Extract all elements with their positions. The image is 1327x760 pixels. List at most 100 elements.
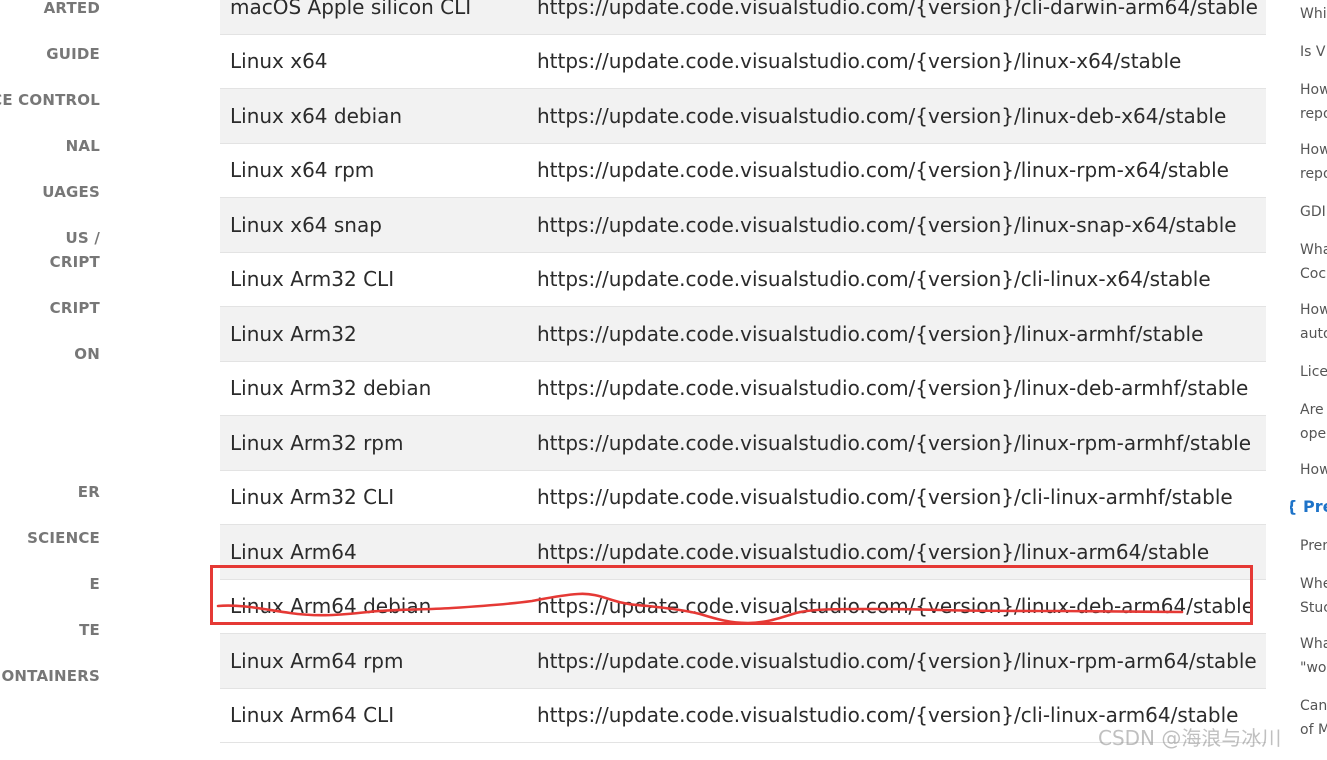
download-url-cell[interactable]: https://update.code.visualstudio.com/{ve… [537,0,1258,19]
download-url-cell[interactable]: https://update.code.visualstudio.com/{ve… [537,213,1237,237]
download-url-cell[interactable]: https://update.code.visualstudio.com/{ve… [537,267,1211,291]
left-nav-item[interactable]: ARTED [44,0,100,20]
left-nav-item[interactable]: CRIPT [50,296,100,320]
platform-cell: Linux x64 debian [230,103,403,128]
download-url-cell[interactable]: https://update.code.visualstudio.com/{ve… [537,158,1229,182]
platform-cell: Linux x64 rpm [230,158,375,183]
left-nav-item[interactable]: ER [78,480,100,504]
download-url-cell[interactable]: https://update.code.visualstudio.com/{ve… [537,594,1254,618]
toc-link[interactable]: How repo [1300,138,1327,186]
left-nav-item-label: SCIENCE [27,529,100,547]
left-nav-item[interactable]: SCIENCE [27,526,100,550]
platform-cell: Linux Arm64 debian [230,594,432,619]
platform-cell: Linux Arm32 debian [230,376,432,401]
in-this-article-toc: { Pre Whi Is V How repo How repo GDI Wha Coc How a… [1290,0,1327,760]
toc-link-label: Are [1300,402,1324,418]
table-row-highlighted: Linux Arm64 debian https://update.code.vi… [220,580,1266,634]
left-nav-item-label: US / [65,229,100,247]
table-row: Linux Arm64 CLI https://update.code.visua… [220,689,1266,743]
left-nav-item-label: ONTAINERS [1,667,100,685]
toc-link[interactable]: Can of M [1300,694,1327,742]
table-row: Linux Arm32 CLI https://update.code.visua… [220,253,1266,307]
toc-link[interactable]: How repo [1300,78,1327,126]
download-url-cell[interactable]: https://update.code.visualstudio.com/{ve… [537,431,1251,455]
toc-link[interactable]: How [1300,458,1327,482]
download-url-cell[interactable]: https://update.code.visualstudio.com/{ve… [537,485,1233,509]
toc-link-label: How [1300,82,1327,98]
toc-link-label: How [1300,462,1327,478]
left-nav-item[interactable]: E [90,572,100,596]
toc-link-label: repo [1300,106,1327,122]
docs-page: ARTED GUIDE CE CONTROL NAL UAGES US / CRIPT CRI… [0,0,1327,760]
left-nav-item[interactable]: UAGES [42,180,100,204]
table-row: Linux Arm32 CLI https://update.code.visua… [220,471,1266,525]
left-nav-item-label: CRIPT [49,253,100,271]
toc-link[interactable]: How auto [1300,298,1327,346]
toc-link-label: Wha [1300,636,1327,652]
toc-link-label: "wo [1300,660,1327,676]
toc-link-label: Pren [1300,538,1327,554]
left-nav-item[interactable]: TE [79,618,100,642]
toc-link[interactable]: Whi [1300,2,1327,26]
toc-link-label: repo [1300,166,1327,182]
toc-link[interactable]: Wha "wo [1300,632,1327,680]
toc-section-heading[interactable]: { Pre [1290,497,1327,516]
left-nav-item-label: CE CONTROL [0,91,100,109]
download-url-cell[interactable]: https://update.code.visualstudio.com/{ve… [537,376,1248,400]
left-nav-item-label: E [89,575,100,593]
download-url-cell[interactable]: https://update.code.visualstudio.com/{ve… [537,649,1257,673]
platform-cell: macOS Apple silicon CLI [230,0,472,19]
toc-link-label: Coc [1300,266,1327,282]
left-nav-item-label: NAL [65,137,100,155]
left-nav-item-label: UAGES [42,183,100,201]
left-nav-item[interactable]: ON [74,342,100,366]
download-url-cell[interactable]: https://update.code.visualstudio.com/{ve… [537,322,1203,346]
platform-cell: Linux Arm64 rpm [230,648,404,673]
table-row: Linux x64 debian https://update.code.visu… [220,89,1266,144]
left-nav-item-label: CRIPT [49,299,100,317]
left-nav-item-label: ON [74,345,100,363]
table-row: Linux Arm64 rpm https://update.code.visua… [220,634,1266,689]
left-nav-item[interactable]: ONTAINERS [1,664,100,688]
toc-link-label: Stuc [1300,600,1327,616]
toc-link[interactable]: Are ope [1300,398,1326,446]
download-url-cell[interactable]: https://update.code.visualstudio.com/{ve… [537,703,1238,727]
table-row: Linux x64 rpm https://update.code.visuals… [220,144,1266,198]
table-row: Linux Arm32 https://update.code.visualstu… [220,307,1266,362]
toc-link-label: Is V [1300,44,1326,60]
download-url-cell[interactable]: https://update.code.visualstudio.com/{ve… [537,540,1209,564]
left-nav-item-label: TE [79,621,100,639]
left-nav-item-label: ER [77,483,100,501]
left-nav-item[interactable]: NAL [66,134,100,158]
left-nav-item[interactable]: US / CRIPT [50,226,100,274]
toc-link[interactable]: Lice [1300,360,1327,384]
toc-link[interactable]: Pren [1300,534,1327,558]
toc-link-label: Whi [1300,6,1327,22]
toc-link[interactable]: Whe Stuc [1300,572,1327,620]
toc-link-label: auto [1300,326,1327,342]
toc-link-label: GDI [1300,204,1326,220]
table-row: macOS Apple silicon CLI https://update.co… [220,0,1266,35]
toc-link-label: of M [1300,722,1327,738]
download-url-cell[interactable]: https://update.code.visualstudio.com/{ve… [537,49,1181,73]
download-urls-table: macOS Apple silicon CLI https://update.co… [220,0,1266,743]
platform-cell: Linux Arm32 [230,321,357,346]
left-nav-item-label: GUIDE [46,45,100,63]
platform-cell: Linux Arm64 [230,539,357,564]
left-nav-item[interactable]: GUIDE [46,42,100,66]
toc-link[interactable]: Wha Coc [1300,238,1327,286]
left-nav-item[interactable]: CE CONTROL [0,88,100,112]
table-row: Linux x64 snap https://update.code.visual… [220,198,1266,253]
table-row: Linux Arm32 debian https://update.code.vi… [220,362,1266,416]
toc-link-label: How [1300,302,1327,318]
toc-link[interactable]: Is V [1300,40,1325,64]
platform-cell: Linux x64 [230,49,328,74]
platform-cell: Linux Arm32 CLI [230,485,395,510]
toc-link-label: Lice [1300,364,1327,380]
toc-link[interactable]: GDI [1300,200,1326,224]
toc-link-label: Wha [1300,242,1327,258]
toc-link-label: Whe [1300,576,1327,592]
platform-cell: Linux Arm32 rpm [230,430,404,455]
platform-cell: Linux Arm32 CLI [230,267,395,292]
download-url-cell[interactable]: https://update.code.visualstudio.com/{ve… [537,104,1226,128]
